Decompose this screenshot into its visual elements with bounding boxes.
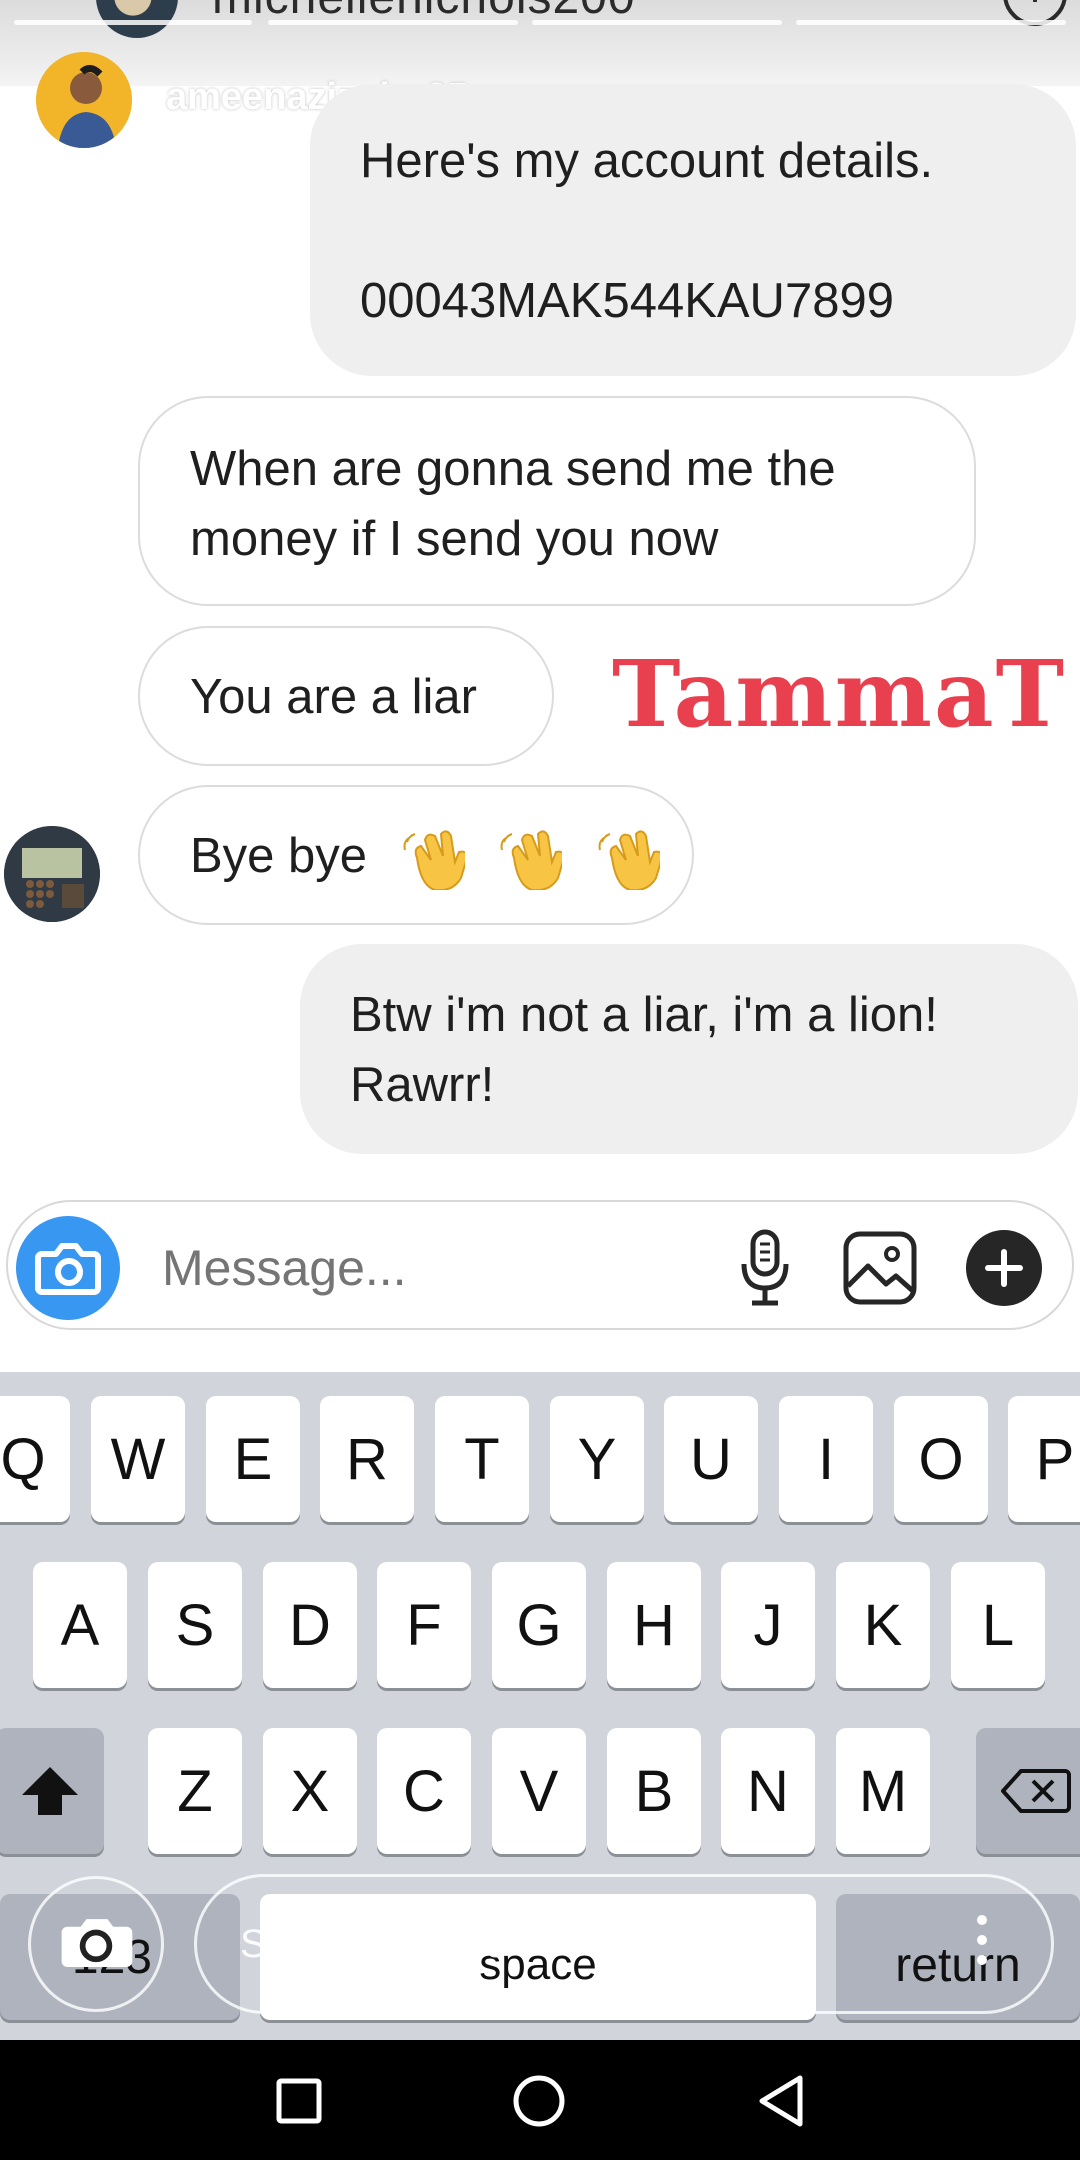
- header-avatar[interactable]: [96, 0, 178, 38]
- system-navigation-bar: [0, 2040, 1080, 2160]
- recent-apps-icon[interactable]: [276, 2078, 322, 2124]
- waving-hand-emoji-icon: [500, 830, 563, 891]
- key-c[interactable]: C: [377, 1728, 471, 1854]
- key-o[interactable]: O: [894, 1396, 988, 1522]
- backspace-key[interactable]: [976, 1728, 1080, 1854]
- story-progress-segment: [268, 20, 518, 25]
- more-options-icon[interactable]: [976, 1912, 988, 1968]
- key-u[interactable]: U: [664, 1396, 758, 1522]
- key-f[interactable]: F: [377, 1562, 471, 1688]
- back-icon[interactable]: [756, 2074, 806, 2128]
- person-photo-icon: [36, 52, 132, 148]
- add-button[interactable]: [966, 1230, 1042, 1306]
- key-g[interactable]: G: [492, 1562, 586, 1688]
- key-y[interactable]: Y: [550, 1396, 644, 1522]
- key-i[interactable]: I: [779, 1396, 873, 1522]
- waving-hand-emoji-icon: [403, 830, 465, 891]
- camera-icon: [35, 1243, 101, 1295]
- waving-hand-emoji-icon: [598, 830, 660, 891]
- watermark-text: TammaT: [612, 640, 1067, 748]
- story-progress-segment: [14, 20, 252, 25]
- key-s[interactable]: S: [148, 1562, 242, 1688]
- story-camera-button[interactable]: [28, 1876, 164, 2012]
- shift-arrow-icon: [22, 1767, 78, 1815]
- key-x[interactable]: X: [263, 1728, 357, 1854]
- message-input[interactable]: [162, 1238, 682, 1298]
- message-bubble-incoming[interactable]: When are gonna send me the money if I se…: [138, 396, 976, 606]
- story-reply-placeholder: Send message: [240, 1922, 507, 1966]
- message-text: Bye bye: [190, 829, 368, 883]
- key-j[interactable]: J: [721, 1562, 815, 1688]
- key-r[interactable]: R: [320, 1396, 414, 1522]
- story-progress-segment: [532, 20, 782, 25]
- key-a[interactable]: A: [33, 1562, 127, 1688]
- key-e[interactable]: E: [206, 1396, 300, 1522]
- key-t[interactable]: T: [435, 1396, 529, 1522]
- message-bubble-incoming[interactable]: Bye bye: [138, 785, 694, 925]
- key-b[interactable]: B: [607, 1728, 701, 1854]
- microphone-icon[interactable]: [736, 1228, 794, 1308]
- key-h[interactable]: H: [607, 1562, 701, 1688]
- key-l[interactable]: L: [951, 1562, 1045, 1688]
- camera-button[interactable]: [16, 1216, 120, 1320]
- key-n[interactable]: N: [721, 1728, 815, 1854]
- story-user-avatar[interactable]: [36, 52, 132, 148]
- banknote-photo-icon: [4, 826, 100, 922]
- home-icon[interactable]: [512, 2074, 566, 2128]
- key-q[interactable]: Q: [0, 1396, 70, 1522]
- message-bubble-outgoing[interactable]: Btw i'm not a liar, i'm a lion! Rawrr!: [300, 944, 1078, 1154]
- camera-icon: [61, 1919, 133, 1967]
- gallery-icon[interactable]: [842, 1230, 918, 1306]
- sender-avatar[interactable]: [4, 826, 100, 922]
- shift-key[interactable]: [0, 1728, 104, 1854]
- key-m[interactable]: M: [836, 1728, 930, 1854]
- story-progress-segment: [796, 20, 1066, 25]
- backspace-icon: [1001, 1769, 1071, 1813]
- key-v[interactable]: V: [492, 1728, 586, 1854]
- key-z[interactable]: Z: [148, 1728, 242, 1854]
- message-bubble-outgoing[interactable]: Here's my account details. 00043MAK544KA…: [310, 84, 1076, 376]
- key-p[interactable]: P: [1008, 1396, 1080, 1522]
- key-d[interactable]: D: [263, 1562, 357, 1688]
- key-w[interactable]: W: [91, 1396, 185, 1522]
- key-k[interactable]: K: [836, 1562, 930, 1688]
- back-arrow-icon[interactable]: [0, 0, 34, 16]
- info-icon[interactable]: [1002, 0, 1068, 32]
- chat-header: michellenichols200: [0, 0, 1080, 86]
- plus-icon: [985, 1249, 1023, 1287]
- message-bubble-incoming[interactable]: You are a liar: [138, 626, 554, 766]
